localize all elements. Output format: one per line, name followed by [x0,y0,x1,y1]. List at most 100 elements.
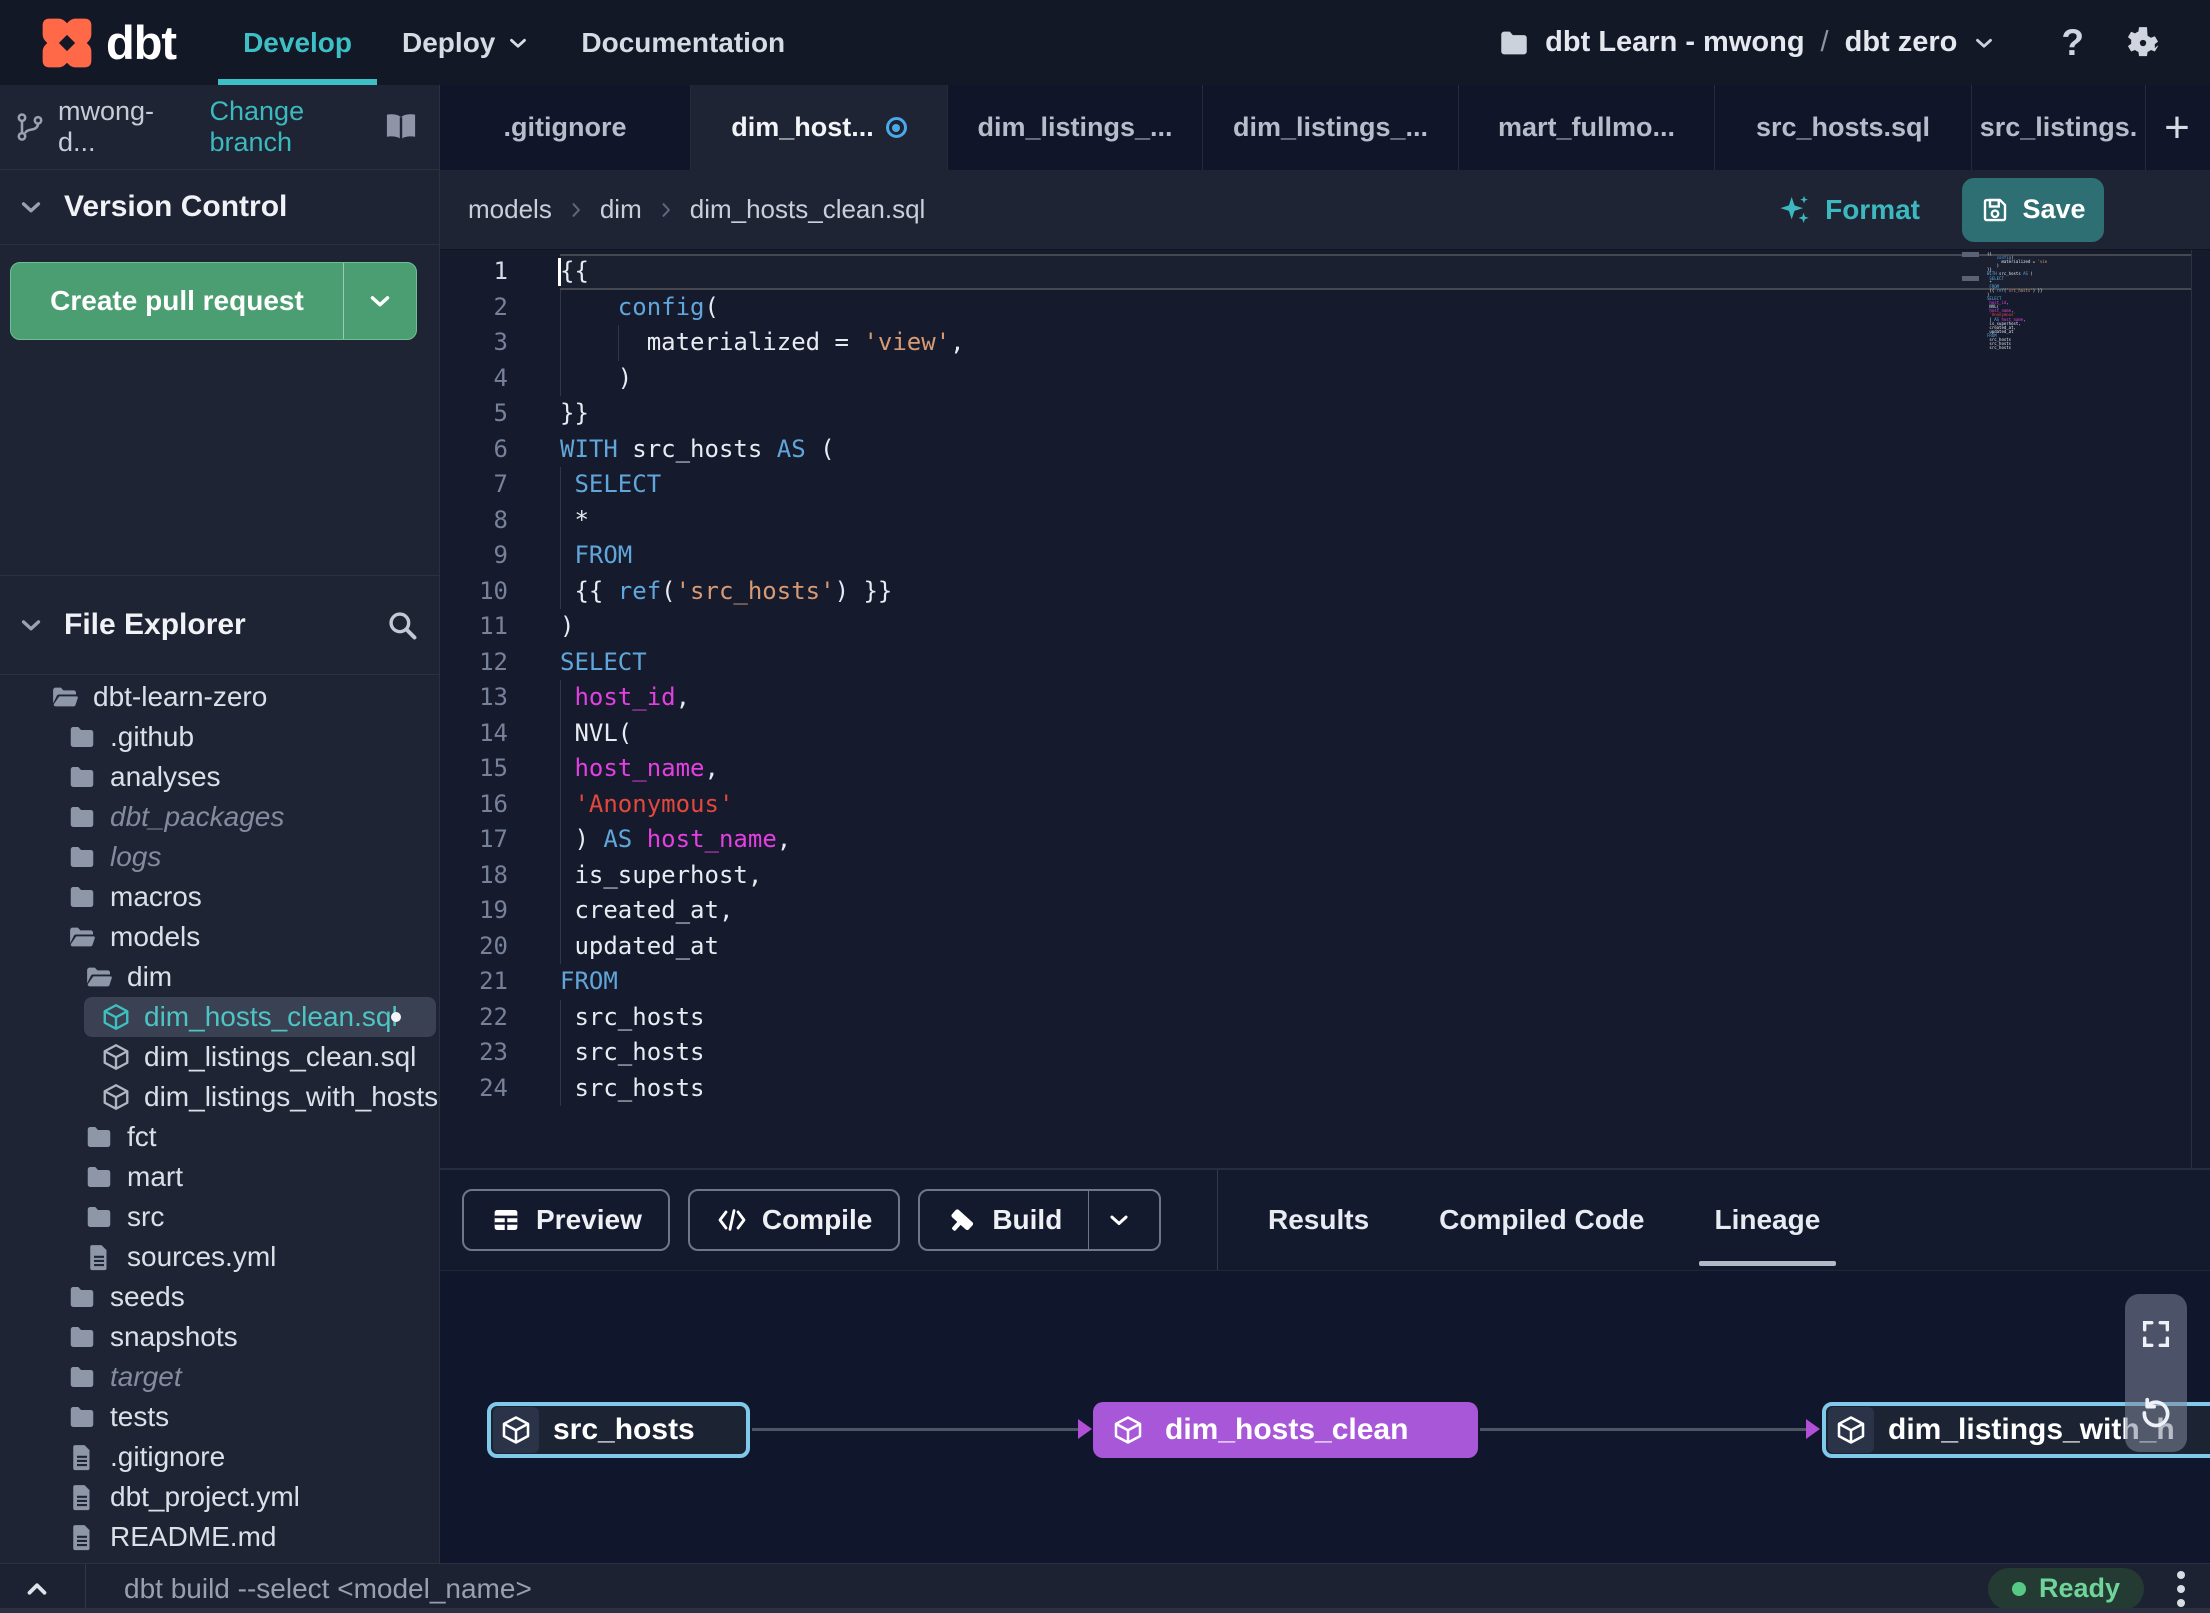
lineage-edge [752,1428,1078,1431]
chevron-down-icon[interactable] [1105,1206,1133,1234]
tree-item-target[interactable]: target [0,1357,439,1397]
lineage-graph[interactable]: src_hosts dim_hosts_clean dim_listings_wit… [440,1270,2210,1563]
tree-item-dim-listings-with-hosts[interactable]: dim_listings_with_hosts... [0,1077,439,1117]
line-number: 20 [479,931,508,960]
line-number: 21 [479,967,508,995]
file-tab-dim-host[interactable]: dim_host... [691,85,948,170]
tree-item-analyses[interactable]: analyses [0,757,439,797]
code-line-text: ) AS host_name, [560,822,2191,858]
tree-item-mart[interactable]: mart [0,1157,439,1197]
lineage-node-dim-hosts-clean[interactable]: dim_hosts_clean [1093,1402,1478,1458]
file-tab-mart-fullmo[interactable]: mart_fullmo... [1459,85,1715,170]
dbt-logo[interactable]: dbt [0,0,177,85]
tree-item-fct[interactable]: fct [0,1117,439,1157]
code-line-13: 13 host_id, [440,680,2210,716]
line-number: 23 [479,1038,508,1066]
indent-guide [560,893,561,929]
tree-item-label: src [127,1201,165,1232]
tree-item-label: dbt-learn-zero [93,681,268,712]
folder-icon [84,1122,114,1152]
breadcrumb-item[interactable]: dim_hosts_clean.sql [690,194,926,225]
line-number: 24 [479,1073,508,1102]
tree-item-gitignore[interactable]: .gitignore [0,1437,439,1477]
chevron-up-icon[interactable] [22,1574,52,1604]
file-tab-src-hosts-sql[interactable]: src_hosts.sql [1715,85,1972,170]
docs-book-icon[interactable] [383,109,419,145]
change-branch-link[interactable]: Change branch [210,96,384,158]
tree-item-label: seeds [110,1281,185,1312]
tree-item-label: README.md [110,1521,277,1552]
pr-dropdown-toggle[interactable] [344,263,416,339]
tree-item-macros[interactable]: macros [0,877,439,917]
help-icon[interactable]: ? [2061,22,2084,64]
tree-item-logs[interactable]: logs [0,837,439,877]
format-button[interactable]: Format [1777,193,1920,227]
tree-item-dbt-project-yml[interactable]: dbt_project.yml [0,1477,439,1517]
tree-item-readme-md[interactable]: README.md [0,1517,439,1557]
file-tab-label: src_listings. [1979,112,2138,142]
line-number: 12 [479,647,508,676]
lineage-node-src-hosts[interactable]: src_hosts [487,1402,750,1458]
kebab-menu-icon[interactable] [2174,1569,2188,1609]
file-tab-label: dim_host... [731,112,874,142]
indent-guide [560,467,561,503]
line-number: 18 [479,860,508,889]
tree-item-models[interactable]: models [0,917,439,957]
tree-item-tests[interactable]: tests [0,1397,439,1437]
project-switcher[interactable]: dbt Learn - mwong / dbt zero [1497,26,1997,60]
model-cube-icon [101,1002,131,1032]
breadcrumb-item[interactable]: dim [600,194,642,225]
file-tab-gitignore[interactable]: .gitignore [440,85,691,170]
indent-guide [560,822,561,858]
tree-item-github[interactable]: .github [0,717,439,757]
tree-item-sources-yml[interactable]: sources.yml [0,1237,439,1277]
lineage-node-label: src_hosts [553,1413,695,1446]
preview-button[interactable]: Preview [462,1189,670,1251]
tree-item-seeds[interactable]: seeds [0,1277,439,1317]
breadcrumb-item[interactable]: models [468,194,552,225]
tree-item-dim[interactable]: dim [0,957,439,997]
tree-item-dbt-learn-zero[interactable]: dbt-learn-zero [0,677,439,717]
dbt-logo-icon [38,14,96,72]
code-editor[interactable]: 1{{2 config(3 materialized = 'view', 4 ) 5… [440,250,2210,1168]
format-label: Format [1825,193,1920,225]
panel-tab-compiled-code[interactable]: Compiled Code [1411,1170,1672,1270]
nav-item-develop[interactable]: Develop [218,0,377,85]
nav-item-deploy[interactable]: Deploy [377,0,556,85]
tree-item-src[interactable]: src [0,1197,439,1237]
command-input[interactable]: dbt build --select <model_name> [124,1573,2210,1605]
nav-item-documentation[interactable]: Documentation [556,0,810,85]
file-tab-dim-listings[interactable]: dim_listings_... [948,85,1203,170]
search-icon[interactable] [385,608,419,642]
compile-button[interactable]: Compile [687,1189,901,1251]
tree-item-dim-hosts-clean-sql[interactable]: dim_hosts_clean.sql [0,997,439,1037]
editor-scrollbar-rail[interactable] [2191,250,2192,1168]
folder-icon [67,1322,97,1352]
fullscreen-icon[interactable] [2139,1317,2173,1351]
code-line-text: host_name, [560,751,2191,787]
settings-gear-icon[interactable] [2124,24,2162,62]
file-explorer-header[interactable]: File Explorer [0,575,439,675]
button-label: Compile [761,1204,873,1235]
code-line-22: 22 src_hosts [440,999,2210,1035]
panel-tab-lineage[interactable]: Lineage [1687,1170,1849,1270]
file-tab-src-listings[interactable]: src_listings. [1972,85,2146,170]
build-button[interactable]: Build [918,1189,1162,1251]
result-panel-tabs: Results Compiled Code Lineage [1240,1170,1848,1270]
file-tab-dim-listings[interactable]: dim_listings_... [1203,85,1459,170]
tree-item-dim-listings-clean-sql[interactable]: dim_listings_clean.sql [0,1037,439,1077]
code-line-text: src_hosts [560,1035,2191,1071]
editor-action-buttons: Preview Compile Build [440,1189,1162,1251]
tree-item-snapshots[interactable]: snapshots [0,1317,439,1357]
save-button[interactable]: Save [1962,177,2104,242]
version-control-header[interactable]: Version Control [0,170,439,245]
create-pull-request-button[interactable]: Create pull request [10,262,417,340]
tree-item-dbt-packages[interactable]: dbt_packages [0,797,439,837]
line-number: 19 [479,896,508,924]
tree-item-label: logs [110,841,162,872]
refresh-icon[interactable] [2139,1396,2173,1430]
panel-tab-results[interactable]: Results [1240,1170,1397,1270]
minimap[interactable]: {{ config( materialized = 'view', )}}WIT… [1987,252,2047,350]
code-line-21: 21 FROM [440,964,2210,1000]
new-tab-button[interactable]: + [2146,85,2208,170]
